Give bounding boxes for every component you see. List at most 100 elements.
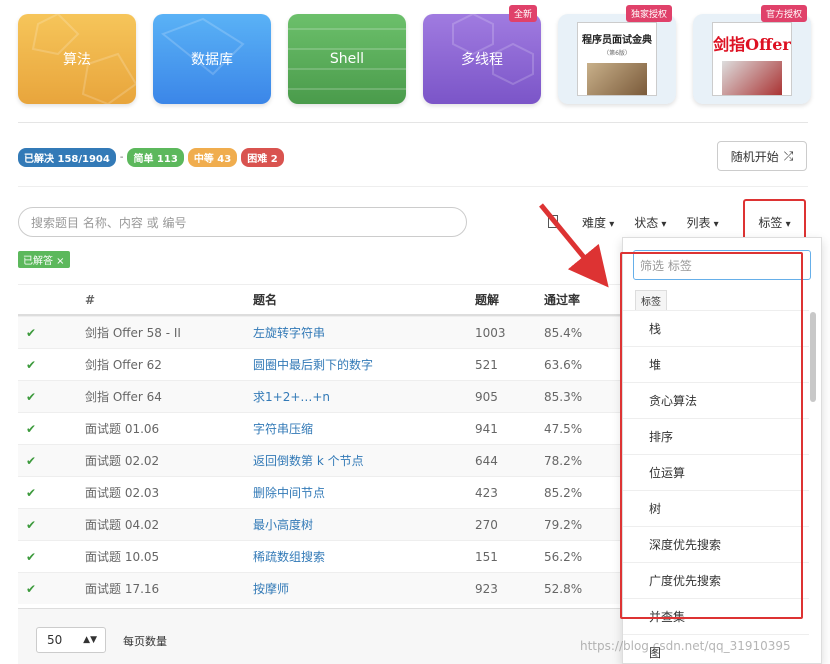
problem-title-link[interactable]: 删除中间节点	[253, 484, 475, 501]
table-row[interactable]: ✔ 面试题 17.16 按摩师 923 52.8%	[18, 572, 622, 604]
table-row[interactable]: ✔ 剑指 Offer 58 - II 左旋转字符串 1003 85.4%	[18, 316, 622, 348]
acceptance-rate: 85.3%	[544, 389, 583, 404]
easy-count-badge: 简单 113	[127, 148, 184, 167]
table-row[interactable]: ✔ 面试题 10.05 稀疏数组搜索 151 56.2%	[18, 540, 622, 572]
separator: -	[119, 152, 124, 163]
acceptance-rate: 78.2%	[544, 453, 583, 468]
solution-count: 1003	[475, 325, 506, 340]
check-icon: ✔	[26, 581, 37, 596]
solution-count: 905	[475, 389, 498, 404]
header-rate[interactable]: 通过率	[544, 291, 622, 308]
problem-title-link[interactable]: 求1+2+…+n	[253, 388, 475, 405]
problem-title-link[interactable]: 左旋转字符串	[253, 324, 475, 341]
table-row[interactable]: ✔ 剑指 Offer 64 求1+2+…+n 905 85.3%	[18, 380, 622, 412]
book-cover-image: 剑指Offer	[712, 22, 792, 96]
table-row[interactable]: ✔ 面试题 01.06 字符串压缩 941 47.5%	[18, 412, 622, 444]
book-art	[722, 61, 782, 95]
category-cards: 算法 数据库 Shell 全新 多线程 独家授权 程序员面试金典 （第6版） 官…	[18, 5, 811, 104]
problem-title-link[interactable]: 最小高度树	[253, 516, 475, 533]
card-shell[interactable]: Shell	[288, 14, 406, 104]
book-subtitle: （第6版）	[603, 50, 631, 57]
solution-count: 423	[475, 485, 498, 500]
problem-number: 面试题 02.02	[85, 454, 160, 468]
problem-number: 剑指 Offer 62	[85, 358, 162, 372]
card-label: Shell	[329, 51, 365, 67]
check-icon: ✔	[26, 421, 37, 436]
book-art	[587, 63, 647, 95]
solution-count: 521	[475, 357, 498, 372]
table-header: # 题名 题解 通过率	[18, 284, 622, 316]
acceptance-rate: 47.5%	[544, 421, 583, 436]
problem-title-link[interactable]: 按摩师	[253, 580, 475, 597]
select-arrows-icon: ▲▼	[83, 635, 97, 645]
search-placeholder: 搜索题目 名称、内容 或 编号	[31, 215, 187, 230]
problem-number: 面试题 17.16	[85, 582, 160, 596]
solution-count: 923	[475, 581, 498, 596]
search-input[interactable]: 搜索题目 名称、内容 或 编号	[18, 207, 467, 237]
solution-count: 270	[475, 517, 498, 532]
per-page-value: 50	[47, 633, 63, 647]
tag-filter-label: 标签	[758, 214, 790, 231]
header-number[interactable]: #	[85, 293, 253, 307]
header-title[interactable]: 题名	[253, 291, 475, 308]
book-title: 剑指Offer	[713, 35, 791, 54]
hard-count-badge: 困难 2	[241, 148, 284, 167]
problem-title-link[interactable]: 返回倒数第 k 个节点	[253, 452, 475, 469]
page: 算法 数据库 Shell 全新 多线程 独家授权 程序员面试金典 （第6版） 官…	[0, 0, 830, 664]
watermark: https://blog.csdn.net/qq_31910395	[580, 639, 791, 653]
status-filter[interactable]: 状态	[634, 214, 666, 231]
table-row[interactable]: ✔ 面试题 04.02 最小高度树 270 79.2%	[18, 508, 622, 540]
problem-number: 剑指 Offer 64	[85, 390, 162, 404]
random-start-label: 随机开始	[730, 149, 779, 164]
difficulty-filter[interactable]: 难度	[582, 214, 614, 231]
card-multithread[interactable]: 多线程	[423, 14, 541, 104]
dropdown-scrollbar[interactable]	[809, 308, 817, 608]
table-row[interactable]: ✔ 剑指 Offer 62 圆圈中最后剩下的数字 521 63.6%	[18, 348, 622, 380]
problem-title-link[interactable]: 圆圈中最后剩下的数字	[253, 356, 475, 373]
divider	[18, 186, 808, 187]
annotation-highlight-box	[620, 252, 803, 619]
check-icon: ✔	[26, 517, 37, 532]
check-icon: ✔	[26, 485, 37, 500]
scrollbar-thumb[interactable]	[810, 312, 816, 402]
acceptance-rate: 79.2%	[544, 517, 583, 532]
problem-number: 面试题 02.03	[85, 486, 160, 500]
solved-filter-chip[interactable]: 已解答 ×	[18, 251, 70, 268]
list-filter[interactable]: 列表	[686, 214, 718, 231]
random-start-button[interactable]: 随机开始 ⤮	[717, 141, 807, 171]
card-algorithm[interactable]: 算法	[18, 14, 136, 104]
acceptance-rate: 52.8%	[544, 581, 583, 596]
table-row[interactable]: ✔ 面试题 02.03 删除中间节点 423 85.2%	[18, 476, 622, 508]
pagination-bar: 50 ▲▼ 每页数量	[18, 608, 622, 664]
per-page-select[interactable]: 50 ▲▼	[36, 627, 106, 653]
check-icon: ✔	[26, 389, 37, 404]
problem-title-link[interactable]: 字符串压缩	[253, 420, 475, 437]
official-badge: 官方授权	[760, 5, 807, 22]
card-label: 多线程	[461, 52, 503, 68]
header-solutions[interactable]: 题解	[475, 291, 544, 308]
problem-number: 面试题 10.05	[85, 550, 160, 564]
problem-table: # 题名 题解 通过率 ✔ 剑指 Offer 58 - II 左旋转字符串 1003 8…	[18, 284, 622, 604]
new-badge: 全新	[508, 5, 537, 22]
card-label: 算法	[63, 52, 91, 68]
acceptance-rate: 85.2%	[544, 485, 583, 500]
solution-count: 941	[475, 421, 498, 436]
problem-title-link[interactable]: 稀疏数组搜索	[253, 548, 475, 565]
acceptance-rate: 85.4%	[544, 325, 583, 340]
solution-count: 644	[475, 453, 498, 468]
card-label: 数据库	[191, 52, 233, 68]
check-icon: ✔	[26, 549, 37, 564]
table-row[interactable]: ✔ 面试题 02.02 返回倒数第 k 个节点 644 78.2%	[18, 444, 622, 476]
divider	[18, 122, 808, 123]
card-database[interactable]: 数据库	[153, 14, 271, 104]
check-icon: ✔	[26, 325, 37, 340]
acceptance-rate: 63.6%	[544, 357, 583, 372]
card-book-interview[interactable]: 程序员面试金典 （第6版）	[558, 14, 676, 104]
card-book-offer[interactable]: 剑指Offer	[693, 14, 811, 104]
medium-count-badge: 中等 43	[187, 148, 238, 167]
notes-icon[interactable]	[548, 215, 558, 228]
book-title: 程序员面试金典	[582, 35, 652, 46]
problem-number: 面试题 01.06	[85, 422, 160, 436]
book-cover-image: 程序员面试金典 （第6版）	[577, 22, 657, 96]
shuffle-icon: ⤮	[783, 148, 794, 163]
